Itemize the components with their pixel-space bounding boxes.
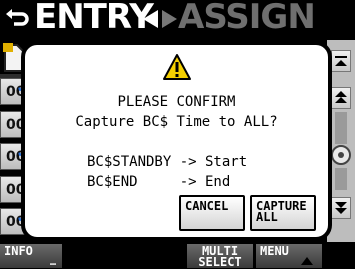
info-label: INFO [4,244,33,258]
scroll-top-icon [335,56,347,66]
info-button[interactable]: INFO … [0,244,62,268]
page-up-icon [335,91,347,103]
menu-button[interactable]: MENU [256,244,322,268]
page-down-icon [335,202,347,214]
top-header: ENTRY ASSIGN [0,0,355,37]
menu-label: MENU [260,244,289,258]
left-right-arrows-icon[interactable] [141,8,179,30]
cancel-label: CANCEL [185,199,229,213]
tab-assign[interactable]: ASSIGN [178,0,316,37]
menu-up-triangle-icon [301,257,313,265]
capture-label-line2: ALL [256,210,278,224]
scroll-down-button[interactable] [331,197,351,219]
scroll-track[interactable] [335,112,347,144]
back-arrow-icon[interactable] [4,5,30,29]
tab-entry[interactable]: ENTRY [34,0,154,37]
confirm-dialog: PLEASE CONFIRM Capture BC$ Time to ALL? … [21,41,332,241]
multi-label-line2: SELECT [198,255,242,269]
dialog-question: Capture BC$ Time to ALL? [75,114,278,130]
cancel-button[interactable]: CANCEL [179,195,245,231]
more-dots-icon: … [49,257,56,268]
multi-select-button[interactable]: MULTI SELECT [187,244,253,268]
warning-triangle-icon [163,54,191,80]
capture-all-button[interactable]: CAPTURE ALL [250,195,316,231]
scroll-top-button[interactable] [331,50,351,72]
dialog-title: PLEASE CONFIRM [117,94,236,110]
dialog-mapping-standby: BC$STANDBY -> Start [87,154,248,170]
scroll-track-lower[interactable] [335,168,347,190]
scroll-up-button[interactable] [331,87,351,109]
dialog-mapping-end: BC$END -> End [87,174,231,190]
scroll-thumb-icon[interactable] [330,144,352,166]
